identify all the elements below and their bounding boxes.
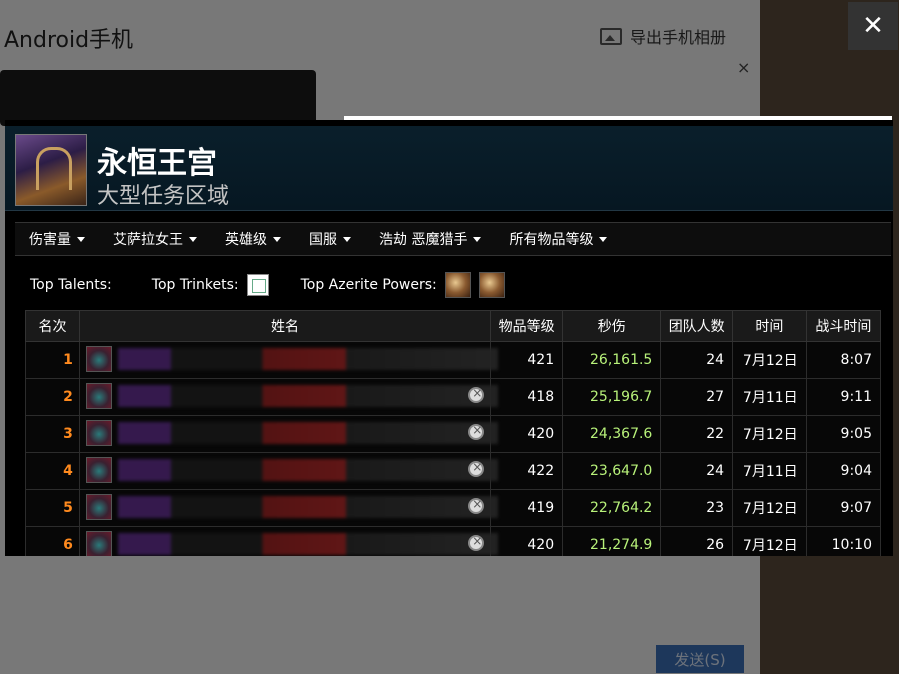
player-name-cell[interactable] [78, 415, 498, 453]
player-name-cell[interactable] [78, 341, 498, 379]
table-row[interactable]: 5 419 22,764.2 23 7月12日 9:07 [25, 489, 882, 527]
col-item-level[interactable]: 物品等级 [490, 310, 564, 342]
table-header-row: 名次 姓名 物品等级 秒伤 团队人数 时间 战斗时间 [25, 310, 882, 342]
zone-thumbnail [15, 134, 87, 206]
blurred-name [117, 385, 498, 407]
azerite-power-icon[interactable] [444, 272, 471, 298]
class-icon [85, 346, 112, 372]
table-row[interactable]: 2 418 25,196.7 27 7月11日 9:11 [25, 378, 882, 416]
player-name-cell[interactable] [78, 452, 498, 490]
duration-cell: 9:11 [805, 378, 882, 416]
zone-title: 永恒王宫 [97, 146, 217, 181]
col-duration[interactable]: 战斗时间 [805, 310, 882, 342]
col-rank[interactable]: 名次 [25, 310, 80, 342]
chevron-down-icon [273, 236, 281, 242]
duration-cell: 9:07 [805, 489, 882, 527]
rank-cell: 4 [25, 452, 80, 490]
item-level-cell: 418 [490, 378, 564, 416]
col-name[interactable]: 姓名 [78, 310, 492, 342]
top-azerite-label: Top Azerite Powers: [300, 277, 437, 293]
player-name-cell[interactable] [78, 526, 498, 556]
table-row[interactable]: 3 420 24,367.6 22 7月12日 9:05 [25, 415, 882, 453]
date-cell: 7月12日 [732, 341, 807, 379]
raid-size-cell: 27 [660, 378, 734, 416]
top-trinkets-label: Top Trinkets: [151, 277, 239, 293]
raid-size-cell: 26 [660, 526, 734, 556]
filter-spec[interactable]: 浩劫 恶魔猎手 [365, 229, 495, 249]
rank-cell: 2 [25, 378, 80, 416]
zone-subtitle: 大型任务区域 [97, 184, 230, 209]
top-picks-row: Top Talents: Top Trinkets: Top Azerite P… [30, 272, 513, 298]
duration-cell: 10:10 [805, 526, 882, 556]
filter-boss[interactable]: 艾萨拉女王 [99, 229, 211, 249]
date-cell: 7月12日 [732, 489, 807, 527]
blurred-name [117, 496, 498, 518]
blurred-name [117, 533, 498, 555]
class-icon [85, 531, 112, 556]
chevron-down-icon [189, 236, 197, 242]
trinket-icon[interactable] [246, 274, 269, 296]
rank-cell: 1 [25, 341, 80, 379]
col-date[interactable]: 时间 [732, 310, 807, 342]
blurred-name [117, 348, 498, 370]
table-row[interactable]: 1 421 26,161.5 24 7月12日 8:07 [25, 341, 882, 379]
chevron-down-icon [343, 236, 351, 242]
filter-item-level[interactable]: 所有物品等级 [495, 229, 621, 249]
date-cell: 7月11日 [732, 378, 807, 416]
azerite-power-icon[interactable] [478, 272, 505, 298]
table-row[interactable]: 4 422 23,647.0 24 7月11日 9:04 [25, 452, 882, 490]
raid-size-cell: 24 [660, 452, 734, 490]
date-cell: 7月11日 [732, 452, 807, 490]
item-level-cell: 420 [490, 526, 564, 556]
item-level-cell: 422 [490, 452, 564, 490]
rank-cell: 5 [25, 489, 80, 527]
class-icon [85, 494, 112, 520]
close-button[interactable]: ✕ [848, 2, 898, 50]
raid-size-cell: 23 [660, 489, 734, 527]
dps-cell: 25,196.7 [562, 378, 662, 416]
dps-cell: 26,161.5 [562, 341, 662, 379]
duration-cell: 9:05 [805, 415, 882, 453]
class-icon [85, 420, 112, 446]
rank-cell: 6 [25, 526, 80, 556]
raid-size-cell: 22 [660, 415, 734, 453]
item-level-cell: 421 [490, 341, 564, 379]
date-cell: 7月12日 [732, 526, 807, 556]
top-talents-label: Top Talents: [30, 277, 112, 293]
filter-bar: 伤害量 艾萨拉女王 英雄级 国服 浩劫 恶魔猎手 所有物品等级 [15, 222, 891, 256]
filter-metric[interactable]: 伤害量 [15, 229, 99, 249]
ranking-table: 名次 姓名 物品等级 秒伤 团队人数 时间 战斗时间 1 421 26,161.… [25, 310, 882, 556]
class-icon [85, 457, 112, 483]
rank-cell: 3 [25, 415, 80, 453]
duration-cell: 8:07 [805, 341, 882, 379]
dps-cell: 21,274.9 [562, 526, 662, 556]
date-cell: 7月12日 [732, 415, 807, 453]
item-level-cell: 419 [490, 489, 564, 527]
player-name-cell[interactable] [78, 489, 498, 527]
filter-region[interactable]: 国服 [295, 229, 365, 249]
col-dps[interactable]: 秒伤 [562, 310, 662, 342]
col-raid-size[interactable]: 团队人数 [660, 310, 734, 342]
chevron-down-icon [473, 236, 482, 242]
item-level-cell: 420 [490, 415, 564, 453]
raid-size-cell: 24 [660, 341, 734, 379]
chevron-down-icon [599, 236, 608, 242]
chevron-down-icon [77, 236, 85, 242]
dps-cell: 23,647.0 [562, 452, 662, 490]
table-row[interactable]: 6 420 21,274.9 26 7月12日 10:10 [25, 526, 882, 556]
zone-header: 永恒王宫 大型任务区域 [5, 126, 893, 211]
dps-cell: 22,764.2 [562, 489, 662, 527]
ranking-popup: 永恒王宫 大型任务区域 伤害量 艾萨拉女王 英雄级 国服 浩劫 恶魔猎手 所有物… [5, 120, 893, 556]
duration-cell: 9:04 [805, 452, 882, 490]
filter-difficulty[interactable]: 英雄级 [211, 229, 295, 249]
class-icon [85, 383, 112, 409]
blurred-name [117, 459, 498, 481]
dps-cell: 24,367.6 [562, 415, 662, 453]
blurred-name [117, 422, 498, 444]
player-name-cell[interactable] [78, 378, 498, 416]
